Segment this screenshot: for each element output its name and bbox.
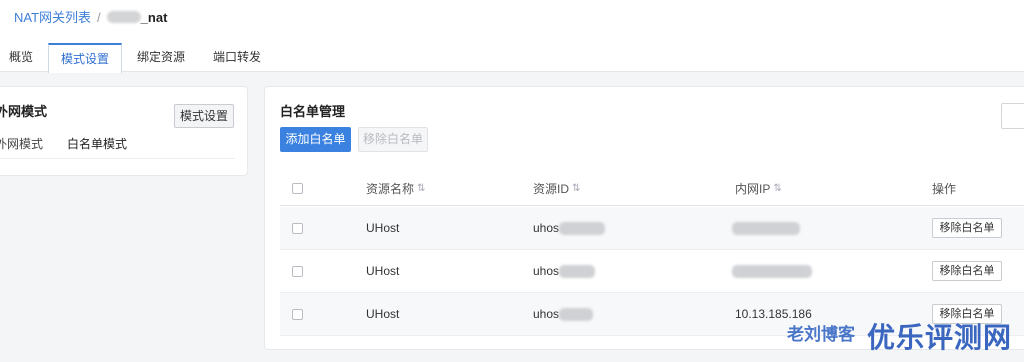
mode-settings-button[interactable]: 模式设置 bbox=[174, 104, 234, 128]
resource-id-cell: uhos bbox=[533, 207, 606, 249]
column-label: 资源ID bbox=[533, 181, 570, 196]
action-cell: 移除白名单 bbox=[932, 293, 1002, 335]
row-checkbox[interactable] bbox=[292, 308, 303, 320]
resource-id: uhos bbox=[533, 307, 560, 321]
private-ip-cell bbox=[732, 250, 812, 292]
mode-field-label: 外网模式 bbox=[0, 137, 44, 151]
tab-bar: 概览 模式设置 绑定资源 端口转发 bbox=[0, 42, 276, 73]
column-label: 资源名称 bbox=[366, 181, 415, 196]
redacted-id bbox=[559, 221, 606, 235]
table-row: UHost uhos 移除白名单 bbox=[280, 250, 1024, 293]
table-row: UHost uhos 移除白名单 bbox=[280, 207, 1024, 250]
tab-bound-resources[interactable]: 绑定资源 bbox=[124, 42, 198, 72]
action-cell: 移除白名单 bbox=[932, 250, 1002, 292]
resource-id: uhos bbox=[533, 221, 560, 235]
column-label: 操作 bbox=[932, 181, 957, 196]
column-resource-id[interactable]: 资源ID ⇅ bbox=[533, 171, 580, 205]
column-label: 内网IP bbox=[735, 181, 771, 196]
sort-icon[interactable]: ⇅ bbox=[572, 183, 580, 194]
breadcrumb: NAT网关列表 / _nat bbox=[14, 10, 167, 26]
resource-name: UHost bbox=[366, 307, 400, 321]
redacted-ip bbox=[732, 264, 812, 278]
tab-port-forwarding[interactable]: 端口转发 bbox=[200, 42, 274, 72]
divider bbox=[0, 158, 235, 159]
breadcrumb-parent-link[interactable]: NAT网关列表 bbox=[14, 10, 91, 25]
row-checkbox[interactable] bbox=[292, 222, 303, 234]
private-ip-cell bbox=[732, 207, 800, 249]
column-private-ip[interactable]: 内网IP ⇅ bbox=[735, 171, 782, 205]
remove-whitelist-button[interactable]: 移除白名单 bbox=[358, 127, 428, 152]
breadcrumb-separator: / bbox=[97, 10, 101, 25]
action-cell: 移除白名单 bbox=[932, 207, 1002, 249]
private-ip: 10.13.185.186 bbox=[735, 307, 812, 321]
redacted-name bbox=[106, 11, 141, 23]
sort-icon[interactable]: ⇅ bbox=[417, 183, 425, 194]
resource-id: uhos bbox=[533, 264, 560, 278]
redacted-id bbox=[559, 307, 594, 321]
remove-row-button[interactable]: 移除白名单 bbox=[932, 218, 1002, 238]
mode-card-title: 外网模式 bbox=[0, 104, 48, 119]
mode-card: 外网模式 模式设置 外网模式 白名单模式 bbox=[0, 86, 248, 176]
sort-icon[interactable]: ⇅ bbox=[773, 183, 781, 194]
resource-name: UHost bbox=[366, 221, 400, 235]
resource-id-cell: uhos bbox=[533, 293, 594, 335]
table-row: UHost uhos 10.13.185.186 移除白名单 bbox=[280, 293, 1024, 336]
remove-row-button[interactable]: 移除白名单 bbox=[932, 304, 1002, 324]
row-checkbox-cell bbox=[292, 207, 303, 249]
select-all-checkbox-cell bbox=[292, 171, 303, 205]
search-input[interactable] bbox=[1001, 103, 1024, 129]
breadcrumb-current: _nat bbox=[140, 10, 168, 25]
resource-id-cell: uhos bbox=[533, 250, 596, 292]
whitelist-title: 白名单管理 bbox=[280, 104, 346, 119]
table-header: 资源名称 ⇅ 资源ID ⇅ 内网IP ⇅ 操作 bbox=[280, 171, 1024, 206]
column-resource-name[interactable]: 资源名称 ⇅ bbox=[366, 171, 425, 205]
tab-mode-settings[interactable]: 模式设置 bbox=[48, 43, 123, 73]
redacted-ip bbox=[732, 221, 800, 235]
row-checkbox-cell bbox=[292, 293, 303, 335]
remove-row-button[interactable]: 移除白名单 bbox=[932, 261, 1002, 281]
redacted-id bbox=[559, 264, 596, 278]
row-checkbox[interactable] bbox=[292, 265, 303, 277]
column-actions: 操作 bbox=[932, 171, 956, 205]
whitelist-card: 白名单管理 添加白名单 移除白名单 资源名称 ⇅ 资源ID ⇅ 内网IP ⇅ 操作 U… bbox=[264, 86, 1024, 350]
tab-overview[interactable]: 概览 bbox=[0, 42, 46, 72]
resource-name: UHost bbox=[366, 264, 400, 278]
mode-field-value: 白名单模式 bbox=[67, 137, 128, 151]
top-bar: NAT网关列表 / _nat 概览 模式设置 绑定资源 端口转发 bbox=[0, 0, 1024, 73]
select-all-checkbox[interactable] bbox=[292, 182, 303, 194]
row-checkbox-cell bbox=[292, 250, 303, 292]
add-whitelist-button[interactable]: 添加白名单 bbox=[280, 127, 351, 152]
